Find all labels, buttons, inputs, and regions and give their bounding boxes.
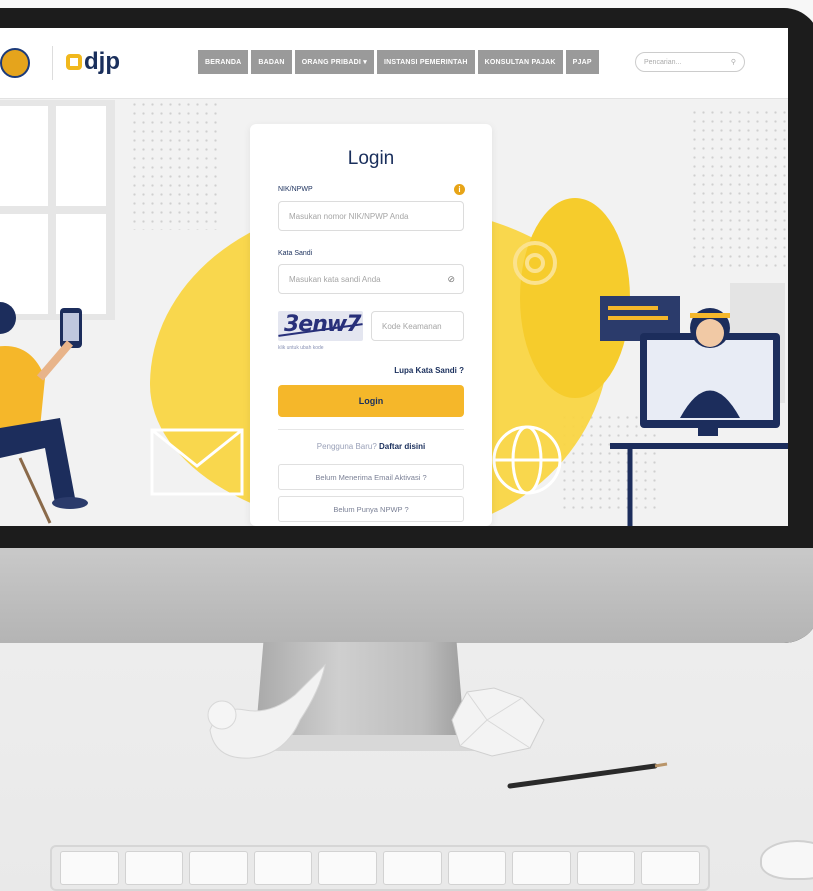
gear-icon bbox=[513, 241, 557, 285]
keyboard-key bbox=[253, 851, 313, 885]
captcha-input[interactable]: Kode Keamanan bbox=[371, 311, 464, 341]
menu-item-pjap[interactable]: PJAP bbox=[565, 50, 599, 74]
keyboard bbox=[50, 845, 710, 891]
djp-logo-text: djp bbox=[84, 48, 120, 75]
kemenkeu-emblem-icon bbox=[0, 48, 30, 78]
globe-icon bbox=[492, 425, 562, 495]
nik-placeholder: Masukan nomor NIK/NPWP Anda bbox=[289, 211, 409, 221]
nik-npwp-input[interactable]: Masukan nomor NIK/NPWP Anda bbox=[278, 201, 464, 231]
top-navbar: djp BERANDA BADAN ORANG PRIBADI ▾ INSTAN… bbox=[0, 28, 788, 99]
register-prompt: Pengguna Baru? Daftar disini bbox=[250, 442, 492, 451]
password-label: Kata Sandi bbox=[278, 250, 313, 257]
register-link[interactable]: Daftar disini bbox=[379, 442, 425, 451]
captcha-refresh-hint[interactable]: klik untuk ubah kode bbox=[278, 345, 324, 351]
search-icon[interactable]: ⚲ bbox=[731, 58, 736, 66]
password-input[interactable]: Masukan kata sandi Anda ⊘ bbox=[278, 264, 464, 294]
main-menu: BERANDA BADAN ORANG PRIBADI ▾ INSTANSI P… bbox=[198, 50, 599, 74]
djp-logo-mark-icon bbox=[66, 54, 82, 70]
menu-item-konsultan-pajak[interactable]: KONSULTAN PAJAK bbox=[477, 50, 563, 74]
captcha-placeholder: Kode Keamanan bbox=[382, 321, 442, 331]
forgot-password-link[interactable]: Lupa Kata Sandi ? bbox=[394, 366, 464, 375]
crumpled-paper bbox=[451, 687, 545, 757]
bird-figurine bbox=[207, 663, 326, 759]
mouse bbox=[760, 840, 813, 880]
logo-divider bbox=[52, 46, 53, 80]
register-prefix: Pengguna Baru? bbox=[316, 442, 377, 451]
keyboard-key bbox=[447, 851, 507, 885]
keyboard-key bbox=[318, 851, 377, 885]
monitor-chin bbox=[0, 548, 813, 643]
menu-item-instansi-pemerintah[interactable]: INSTANSI PEMERINTAH bbox=[376, 50, 475, 74]
keyboard-key bbox=[60, 851, 119, 885]
dot-pattern bbox=[130, 100, 220, 230]
dot-pattern bbox=[690, 108, 788, 268]
password-placeholder: Masukan kata sandi Anda bbox=[289, 274, 381, 284]
captcha-image[interactable]: 3enw7 bbox=[278, 311, 363, 341]
window-illustration bbox=[0, 100, 115, 320]
pencil bbox=[507, 762, 668, 789]
keyboard-key bbox=[382, 851, 442, 885]
activation-email-button[interactable]: Belum Menerima Email Aktivasi ? bbox=[278, 464, 464, 490]
no-npwp-button[interactable]: Belum Punya NPWP ? bbox=[278, 496, 464, 522]
login-card: Login NIK/NPWP i Masukan nomor NIK/NPWP … bbox=[250, 124, 492, 526]
menu-item-beranda[interactable]: BERANDA bbox=[198, 50, 249, 74]
keyboard-key bbox=[189, 851, 248, 885]
search-input[interactable]: Pencarian... ⚲ bbox=[635, 52, 745, 72]
keyboard-key bbox=[576, 851, 636, 885]
envelope-icon bbox=[150, 428, 244, 496]
keyboard-key bbox=[124, 851, 184, 885]
nik-label: NIK/NPWP bbox=[278, 186, 313, 193]
login-title: Login bbox=[347, 148, 395, 169]
search-placeholder: Pencarian... bbox=[644, 58, 682, 66]
menu-item-orang-pribadi[interactable]: ORANG PRIBADI ▾ bbox=[294, 50, 374, 74]
customer-service-illustration bbox=[600, 283, 788, 526]
monitor-screen: djp BERANDA BADAN ORANG PRIBADI ▾ INSTAN… bbox=[0, 28, 788, 526]
keyboard-key bbox=[641, 851, 700, 885]
menu-item-badan[interactable]: BADAN bbox=[251, 50, 292, 74]
login-button[interactable]: Login bbox=[278, 385, 464, 417]
info-icon[interactable]: i bbox=[454, 184, 465, 195]
divider bbox=[278, 429, 464, 430]
keyboard-key bbox=[512, 851, 571, 885]
eye-slash-icon[interactable]: ⊘ bbox=[447, 274, 455, 285]
person-illustration bbox=[0, 302, 88, 524]
djp-logo[interactable]: djp bbox=[66, 42, 120, 82]
